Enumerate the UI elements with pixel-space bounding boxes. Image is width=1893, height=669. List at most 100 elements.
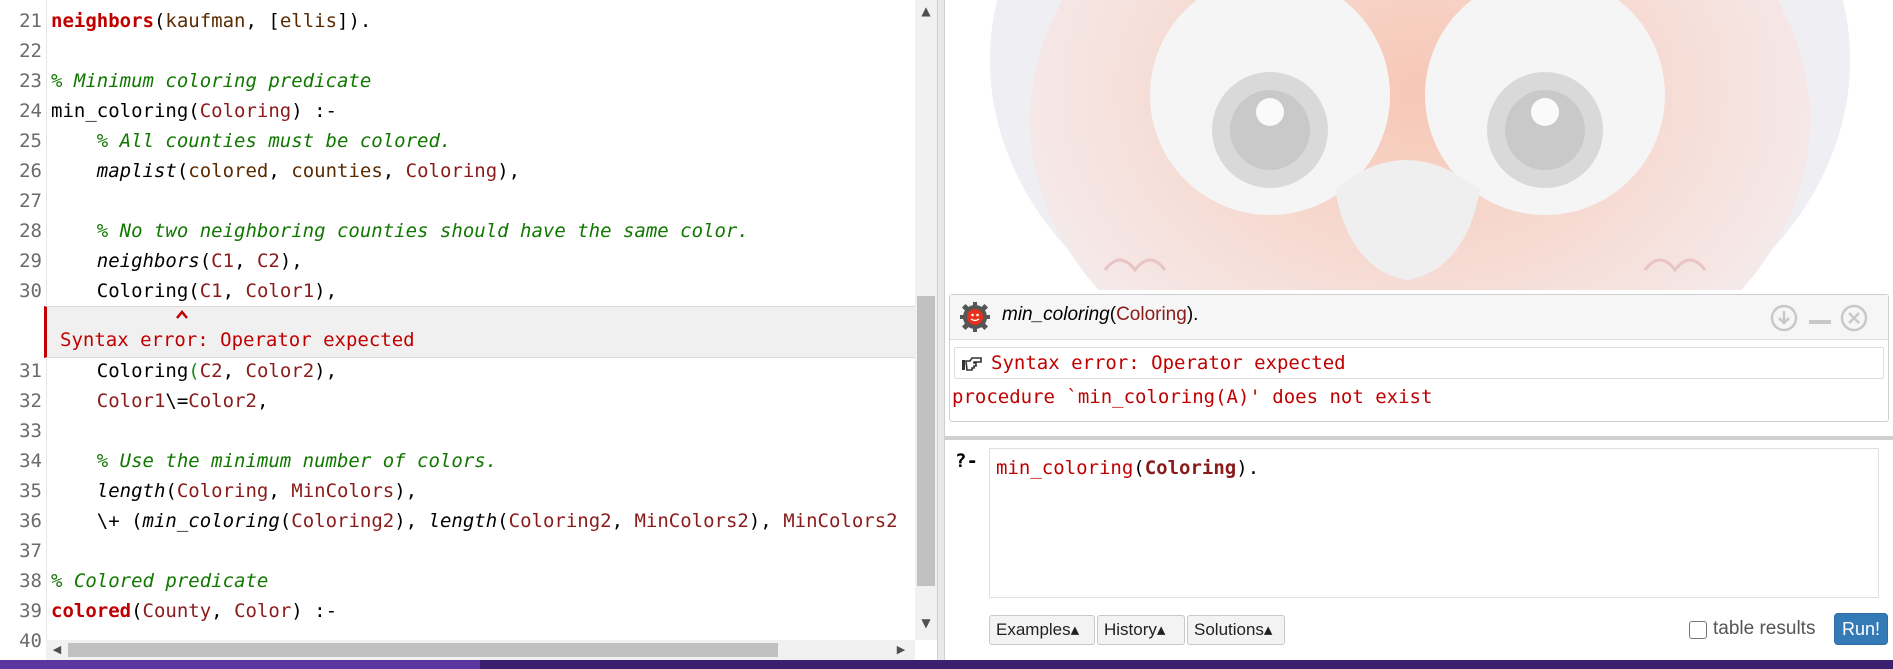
code-token: Coloring xyxy=(51,360,189,382)
scroll-up-arrow-icon[interactable]: ▲ xyxy=(919,4,933,18)
code-token: Color1 xyxy=(96,390,166,412)
minimize-icon[interactable] xyxy=(1806,304,1834,332)
horizontal-scroll-thumb[interactable] xyxy=(68,643,778,657)
solutions-dropdown[interactable]: Solutions▴ xyxy=(1187,615,1285,645)
gear-icon[interactable] xyxy=(960,302,990,332)
code-token: MinColors2 xyxy=(634,510,749,532)
code-line[interactable]: maplist(colored, counties, Coloring), xyxy=(51,156,520,186)
code-token: Coloring xyxy=(176,480,269,502)
code-token: kaufman xyxy=(165,10,246,32)
code-token: ), xyxy=(394,510,429,532)
code-token: C1 xyxy=(211,250,235,272)
download-icon[interactable] xyxy=(1770,304,1798,332)
run-button[interactable]: Run! xyxy=(1834,613,1888,645)
code-token: \= xyxy=(165,390,189,412)
editor-horizontal-scrollbar[interactable]: ◀ ▶ xyxy=(46,640,915,660)
query-argument: Coloring xyxy=(1116,304,1187,325)
code-token: , xyxy=(211,600,235,622)
code-token: Color2 xyxy=(245,360,315,382)
code-token: % Colored predicate xyxy=(51,570,269,592)
code-line[interactable]: Coloring(C2, Color2), xyxy=(51,356,337,386)
code-token: C1 xyxy=(199,280,223,302)
line-number: 25 xyxy=(19,130,42,152)
pane-splitter[interactable] xyxy=(937,0,945,669)
line-number: 21 xyxy=(19,10,42,32)
code-token: counties xyxy=(291,160,383,182)
code-token: Color1 xyxy=(245,280,315,302)
code-token: % Minimum coloring predicate xyxy=(51,70,372,92)
query-header: min_coloring(Coloring). xyxy=(950,295,1888,340)
code-token: , xyxy=(256,390,269,412)
query-title: min_coloring(Coloring). xyxy=(1002,304,1199,325)
code-token: Coloring2 xyxy=(291,510,395,532)
query-input[interactable]: min_coloring(Coloring). xyxy=(989,448,1879,598)
code-line[interactable]: % Use the minimum number of colors. xyxy=(51,446,497,476)
code-line[interactable]: neighbors(kaufman, [ellis]). xyxy=(51,6,371,36)
window-bottom-bar xyxy=(0,660,1893,669)
code-token: , [ xyxy=(245,10,280,32)
code-token: % All counties must be colored. xyxy=(96,130,452,152)
code-token: ( xyxy=(176,160,189,182)
query-input-arg: Coloring xyxy=(1144,457,1237,479)
scroll-down-arrow-icon[interactable]: ▼ xyxy=(919,616,933,630)
code-token: , xyxy=(234,250,257,272)
line-number: 32 xyxy=(19,390,42,412)
scroll-left-arrow-icon[interactable]: ◀ xyxy=(50,642,64,658)
code-line[interactable]: length(Coloring, MinColors), xyxy=(51,476,417,506)
line-number: 30 xyxy=(19,280,42,302)
line-number: 26 xyxy=(19,160,42,182)
query-input-line[interactable]: min_coloring(Coloring). xyxy=(996,457,1259,479)
response-error-text: Syntax error: Operator expected xyxy=(991,352,1346,374)
code-token: % Use the minimum number of colors. xyxy=(96,450,498,472)
code-line[interactable]: % Colored predicate xyxy=(51,566,268,596)
line-number: 39 xyxy=(19,600,42,622)
code-line[interactable]: Color1\=Color2, xyxy=(51,386,269,416)
code-token: ), xyxy=(279,250,303,272)
code-token: ( xyxy=(131,600,143,622)
vertical-scroll-thumb[interactable] xyxy=(917,296,935,586)
close-icon[interactable] xyxy=(1840,304,1868,332)
line-number-gutter: 21 22 23 24 25 26 27 28 29 30 31 32 33 34 35 36 37 38 39 40 xyxy=(0,0,47,652)
code-token: min_coloring xyxy=(142,510,280,532)
code-token: Coloring2 xyxy=(508,510,612,532)
code-token: MinColors xyxy=(291,480,395,502)
line-number: 29 xyxy=(19,250,42,272)
code-token: ( xyxy=(165,480,177,502)
code-token: , xyxy=(382,160,406,182)
code-token: ( xyxy=(153,10,166,32)
results-pane: min_coloring(Coloring). Syntax error: Op… xyxy=(945,0,1893,660)
scroll-right-arrow-icon[interactable]: ▶ xyxy=(894,642,908,658)
code-line[interactable]: % No two neighboring counties should hav… xyxy=(51,216,749,246)
console-divider[interactable] xyxy=(945,436,1893,440)
code-line[interactable]: % All counties must be colored. xyxy=(51,126,452,156)
code-line[interactable]: colored(County, Color) :- xyxy=(51,596,337,626)
query-input-head: min_coloring xyxy=(996,457,1134,479)
code-line[interactable]: % Minimum coloring predicate xyxy=(51,66,371,96)
code-token: ( xyxy=(279,510,292,532)
code-token: , xyxy=(222,360,246,382)
code-token: ) :- xyxy=(291,100,337,122)
code-line[interactable]: neighbors(C1, C2), xyxy=(51,246,303,276)
code-line[interactable]: min_coloring(Coloring) :- xyxy=(51,96,337,126)
line-number: 24 xyxy=(19,100,42,122)
line-number: 22 xyxy=(19,40,42,62)
code-token: MinColors2 xyxy=(783,510,898,532)
table-results-checkbox[interactable] xyxy=(1689,621,1707,639)
code-line[interactable]: Coloring(C1, Color1), xyxy=(51,276,337,306)
editor-vertical-scrollbar[interactable]: ▲ ▼ xyxy=(915,0,937,640)
code-editor[interactable]: 21 22 23 24 25 26 27 28 29 30 31 32 33 34 35 36 37 38 39 40… xyxy=(0,0,943,660)
code-token: neighbors xyxy=(51,10,154,32)
line-number: 37 xyxy=(19,540,42,562)
code-token: length xyxy=(428,510,498,532)
table-results-label: table results xyxy=(1713,618,1816,639)
code-token: C2 xyxy=(199,360,223,382)
history-dropdown[interactable]: History▴ xyxy=(1097,615,1185,645)
code-token: Color xyxy=(234,600,292,622)
code-token: , xyxy=(268,480,292,502)
code-line[interactable]: \+ (min_coloring(Coloring2), length(Colo… xyxy=(51,506,898,536)
examples-dropdown[interactable]: Examples▴ xyxy=(989,615,1095,645)
code-token: Coloring xyxy=(405,160,498,182)
